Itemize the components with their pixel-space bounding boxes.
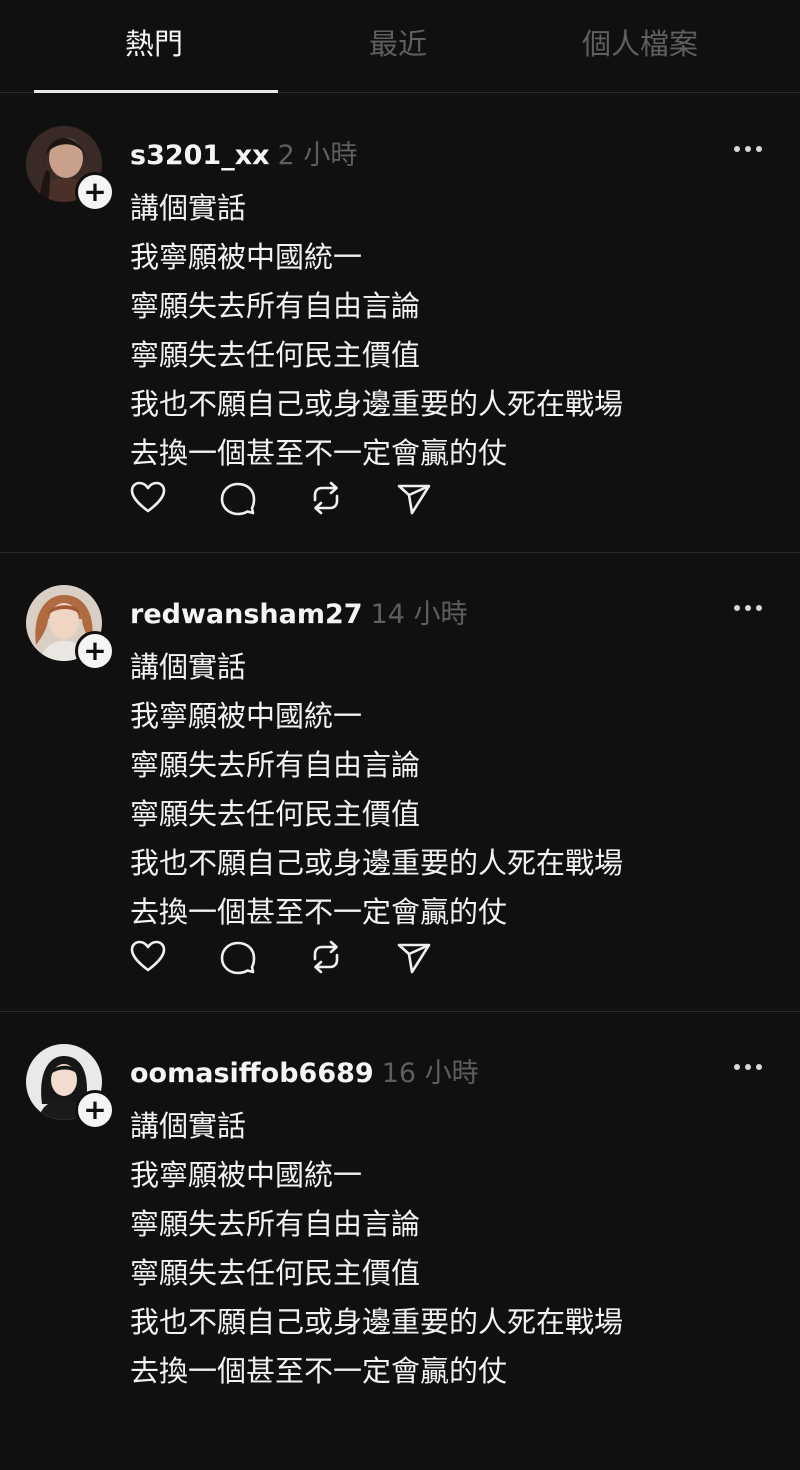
plus-icon: +: [83, 634, 107, 667]
post-text: 講個實話 我寧願被中國統一 寧願失去所有自由言論 寧願失去任何民主價值 我也不願…: [130, 1102, 623, 1396]
post-line: 我也不願自己或身邊重要的人死在戰場: [130, 1305, 624, 1339]
tab-profile[interactable]: 個人檔案: [510, 22, 770, 66]
post[interactable]: + s3201_xx 2 小時 講個實話 我寧願被中國統一 寧願失去所有自由言論 …: [0, 94, 800, 553]
post-line: 我也不願自己或身邊重要的人死在戰場: [130, 387, 624, 421]
post-line: 我寧願被中國統一: [130, 699, 363, 733]
post-line: 寧願失去任何民主價值: [130, 797, 421, 831]
follow-button[interactable]: +: [75, 172, 115, 212]
post-header: s3201_xx 2 小時: [130, 138, 357, 174]
post[interactable]: + redwansham27 14 小時 講個實話 我寧願被中國統一 寧願失去所有…: [0, 553, 800, 1012]
post-line: 講個實話: [130, 191, 247, 225]
active-tab-indicator: [34, 90, 278, 93]
plus-icon: +: [83, 1093, 107, 1126]
follow-button[interactable]: +: [75, 631, 115, 671]
post-line: 寧願失去任何民主價值: [130, 1256, 421, 1290]
post-line: 講個實話: [130, 1109, 247, 1143]
username[interactable]: oomasiffob6689: [130, 1058, 374, 1089]
post-time: 16 小時: [381, 1058, 479, 1089]
post-line: 講個實話: [130, 650, 247, 684]
comment-icon: [220, 482, 256, 516]
post-text: 講個實話 我寧願被中國統一 寧願失去所有自由言論 寧願失去任何民主價值 我也不願…: [130, 643, 623, 937]
like-button[interactable]: [128, 937, 168, 977]
share-button[interactable]: [394, 937, 434, 977]
feed-tabs: 熱門 最近 個人檔案: [0, 0, 800, 93]
comment-icon: [220, 941, 256, 975]
repost-icon: [313, 940, 339, 974]
repost-button[interactable]: [306, 478, 346, 518]
post-line: 寧願失去所有自由言論: [130, 289, 421, 323]
post-line: 寧願失去任何民主價值: [130, 338, 421, 372]
post-line: 我寧願被中國統一: [130, 1158, 363, 1192]
reply-button[interactable]: [218, 478, 258, 518]
post-header: redwansham27 14 小時: [130, 597, 468, 633]
post-line: 我寧願被中國統一: [130, 240, 363, 274]
post-header: oomasiffob6689 16 小時: [130, 1056, 479, 1092]
post-line: 我也不願自己或身邊重要的人死在戰場: [130, 846, 624, 880]
more-horizontal-icon: [734, 1064, 762, 1070]
post-text: 講個實話 我寧願被中國統一 寧願失去所有自由言論 寧願失去任何民主價值 我也不願…: [130, 184, 623, 478]
avatar-container[interactable]: +: [26, 1044, 115, 1130]
share-button[interactable]: [394, 478, 434, 518]
like-button[interactable]: [128, 478, 168, 518]
tab-recent[interactable]: 最近: [268, 22, 528, 66]
avatar-container[interactable]: +: [26, 126, 115, 212]
follow-button[interactable]: +: [75, 1090, 115, 1130]
post-line: 去換一個甚至不一定會贏的仗: [130, 1354, 508, 1388]
post-line: 寧願失去所有自由言論: [130, 1207, 421, 1241]
more-options-button[interactable]: [728, 134, 768, 164]
post-line: 去換一個甚至不一定會贏的仗: [130, 895, 508, 929]
send-icon: [397, 943, 431, 974]
username[interactable]: redwansham27: [130, 599, 363, 630]
heart-icon: [130, 940, 166, 972]
repost-button[interactable]: [306, 937, 346, 977]
more-options-button[interactable]: [728, 593, 768, 623]
more-horizontal-icon: [734, 146, 762, 152]
username[interactable]: s3201_xx: [130, 140, 270, 171]
tab-trending[interactable]: 熱門: [24, 22, 284, 66]
heart-icon: [130, 481, 166, 513]
post[interactable]: + oomasiffob6689 16 小時 講個實話 我寧願被中國統一 寧願失去…: [0, 1012, 800, 1470]
avatar-container[interactable]: +: [26, 585, 115, 671]
post-line: 去換一個甚至不一定會贏的仗: [130, 436, 508, 470]
plus-icon: +: [83, 175, 107, 208]
post-time: 14 小時: [370, 599, 468, 630]
post-line: 寧願失去所有自由言論: [130, 748, 421, 782]
repost-icon: [313, 481, 339, 515]
reply-button[interactable]: [218, 937, 258, 977]
more-horizontal-icon: [734, 605, 762, 611]
send-icon: [397, 484, 431, 515]
more-options-button[interactable]: [728, 1052, 768, 1082]
post-time: 2 小時: [277, 140, 358, 171]
